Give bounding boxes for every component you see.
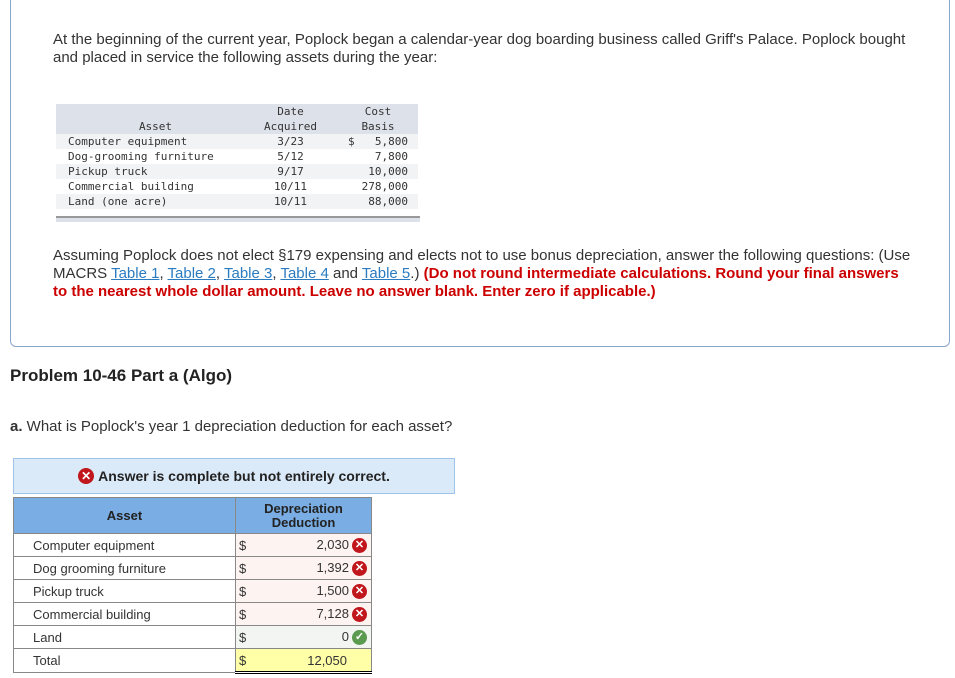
currency: $ <box>239 653 247 668</box>
asset-name: Computer equipment <box>56 134 243 149</box>
question-label: a. <box>10 418 23 435</box>
total-label: Total <box>13 648 236 673</box>
instructions: Assuming Poplock does not elect §179 exp… <box>53 247 913 301</box>
date-acquired: 3/23 <box>243 134 338 149</box>
cost-basis: $5,800 <box>338 134 418 149</box>
x-circle-icon: ✕ <box>352 561 367 577</box>
asset-row: Commercial building 10/11 278,000 <box>56 179 418 194</box>
asset-name: Pickup truck <box>56 164 243 179</box>
depreciation-value: 2,030 <box>316 536 349 552</box>
depreciation-input[interactable]: $2,030 ✕ <box>235 533 372 557</box>
problem-title: Problem 10-46 Part a (Algo) <box>10 366 233 385</box>
currency: $ <box>239 607 247 622</box>
instr-text-2: .) <box>410 265 424 282</box>
currency: $ <box>239 538 247 553</box>
date-acquired: 5/12 <box>277 150 304 163</box>
depreciation-value: 1,500 <box>316 582 349 598</box>
depreciation-value: 7,128 <box>316 605 349 621</box>
asset-name: Computer equipment <box>13 533 236 557</box>
asset-name: Dog-grooming furniture <box>68 150 214 163</box>
depreciation-input[interactable]: $7,128 ✕ <box>235 602 372 626</box>
currency: $ <box>239 561 247 576</box>
cost-value: 5,800 <box>374 135 408 148</box>
asset-name: Commercial building <box>13 602 236 626</box>
asset-name: Land (one acre) <box>56 194 243 209</box>
x-circle-icon: ✕ <box>352 607 367 623</box>
link-table-2[interactable]: Table 2 <box>168 265 216 282</box>
asset-row: Dog-grooming furniture 5/12 7,800 <box>56 149 418 164</box>
answer-row: Computer equipment $2,030 ✕ <box>13 533 372 557</box>
col-asset: Asset <box>13 497 236 534</box>
date-acquired: 10/11 <box>243 194 338 209</box>
depreciation-input[interactable]: $1,392 ✕ <box>235 556 372 580</box>
given-assets-table: Asset Date Acquired Cost Basis Computer eq… <box>56 104 418 209</box>
link-table-3[interactable]: Table 3 <box>224 265 272 282</box>
depreciation-value: 0 <box>341 628 349 644</box>
question-text: What is Poplock's year 1 depreciation de… <box>22 418 453 435</box>
currency: $ <box>239 630 247 645</box>
h-date-2: Acquired <box>264 120 317 133</box>
answer-row: Commercial building $7,128 ✕ <box>13 602 372 626</box>
asset-name: Commercial building <box>68 180 194 193</box>
col-depreciation: Depreciation Deduction <box>235 497 372 534</box>
depreciation-value: 1,392 <box>316 559 349 575</box>
cost-basis: 278,000 <box>338 179 418 194</box>
sep: , <box>159 265 168 282</box>
date-acquired: 10/11 <box>273 180 308 193</box>
link-table-1[interactable]: Table 1 <box>111 265 159 282</box>
total-value: $12,050 <box>235 648 372 674</box>
banner-text: Answer is complete but not entirely corr… <box>98 468 390 484</box>
col-date: Date Acquired <box>243 104 338 134</box>
link-table-4[interactable]: Table 4 <box>280 265 328 282</box>
total-row: Total $12,050 <box>13 648 372 674</box>
h-cost-1: Cost <box>364 105 392 118</box>
answer-row: Land $0 ✓ <box>13 625 372 649</box>
h-date-1: Date <box>277 105 304 118</box>
cost-value: 88,000 <box>368 195 408 208</box>
asset-name: Land <box>13 625 236 649</box>
date-acquired: 9/17 <box>243 164 338 179</box>
asset-row: Pickup truck 9/17 10,000 <box>56 164 418 179</box>
x-circle-icon: ✕ <box>352 538 367 554</box>
depreciation-input[interactable]: $0 ✓ <box>235 625 372 649</box>
col-asset: Asset <box>56 104 243 134</box>
table-footer-bar <box>56 216 420 222</box>
answer-table: Asset Depreciation Deduction Computer equ… <box>13 497 372 674</box>
asset-row: Land (one acre) 10/11 88,000 <box>56 194 418 209</box>
answer-row: Dog grooming furniture $1,392 ✕ <box>13 556 372 580</box>
link-table-5[interactable]: Table 5 <box>362 265 410 282</box>
asset-name: Pickup truck <box>13 579 236 603</box>
check-circle-icon: ✓ <box>352 630 367 646</box>
total-amount: 12,050 <box>307 652 347 668</box>
x-circle-icon: ✕ <box>352 584 367 600</box>
cost-value: 278,000 <box>361 180 408 193</box>
question: a. What is Poplock's year 1 depreciation… <box>10 418 452 435</box>
asset-name: Dog grooming furniture <box>13 556 236 580</box>
asset-row: Computer equipment 3/23 $5,800 <box>56 134 418 149</box>
col-cost: Cost Basis <box>338 104 418 134</box>
h-cost-2: Basis <box>361 120 395 133</box>
answer-row: Pickup truck $1,500 ✕ <box>13 579 372 603</box>
cost-value: 7,800 <box>374 150 408 163</box>
sep: , <box>215 265 224 282</box>
result-banner: ✕ Answer is complete but not entirely cor… <box>13 458 455 494</box>
currency: $ <box>348 135 355 148</box>
intro-text: At the beginning of the current year, Po… <box>53 31 906 66</box>
sep: and <box>328 265 362 282</box>
cost-value: 10,000 <box>368 165 408 178</box>
currency: $ <box>239 584 247 599</box>
cost-basis: 10,000 <box>338 164 418 179</box>
x-circle-icon: ✕ <box>78 468 95 484</box>
depreciation-input[interactable]: $1,500 ✕ <box>235 579 372 603</box>
cost-basis: 7,800 <box>338 149 418 164</box>
cost-basis: 88,000 <box>338 194 418 209</box>
